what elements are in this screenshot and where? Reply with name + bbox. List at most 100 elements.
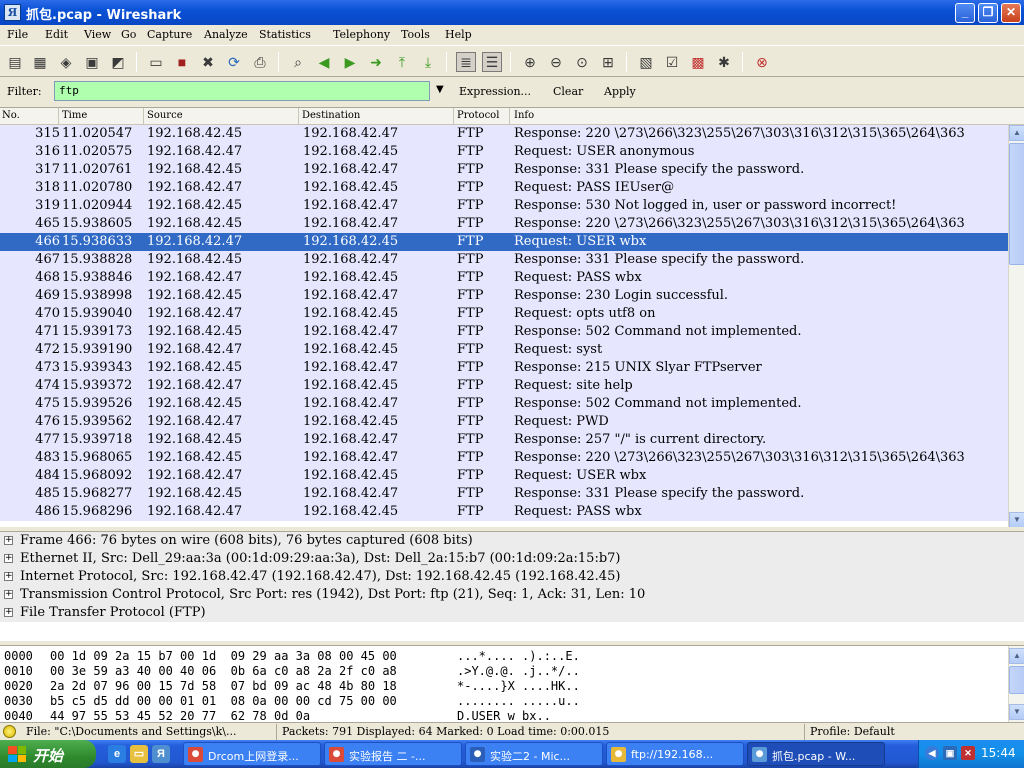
column-divider[interactable] bbox=[298, 108, 299, 125]
packet-list-scrollbar[interactable]: ▲ ▼ bbox=[1008, 125, 1024, 527]
detail-frame[interactable]: + Frame 466: 76 bytes on wire (608 bits),… bbox=[0, 532, 1024, 550]
coloring-rules-icon[interactable]: ▩ bbox=[688, 52, 708, 72]
menu-file[interactable]: File bbox=[7, 28, 28, 41]
expand-icon[interactable]: + bbox=[4, 572, 13, 581]
filter-dropdown-icon[interactable]: ▼ bbox=[436, 84, 444, 95]
column-protocol[interactable]: Protocol bbox=[457, 110, 499, 121]
packet-row[interactable]: 474 15.939372 192.168.42.47 192.168.42.45 FT… bbox=[0, 377, 1008, 395]
clear-button[interactable]: Clear bbox=[553, 85, 583, 98]
maximize-button[interactable]: ❐ bbox=[978, 3, 998, 23]
bytes-scrollbar[interactable]: ▲ ▼ bbox=[1008, 646, 1024, 722]
expand-icon[interactable]: + bbox=[4, 590, 13, 599]
resize-columns-icon[interactable]: ⊞ bbox=[598, 52, 618, 72]
scroll-down-icon[interactable]: ▼ bbox=[1009, 704, 1024, 720]
scroll-down-icon[interactable]: ▼ bbox=[1009, 512, 1024, 527]
close-button[interactable]: ✕ bbox=[1001, 3, 1021, 23]
reload-icon[interactable]: ⟳ bbox=[224, 52, 244, 72]
packet-row[interactable]: 318 11.020780 192.168.42.47 192.168.42.45 FT… bbox=[0, 179, 1008, 197]
start-capture-icon[interactable]: ◈ bbox=[56, 52, 76, 72]
packet-row[interactable]: 472 15.939190 192.168.42.47 192.168.42.45 FT… bbox=[0, 341, 1008, 359]
packet-row[interactable]: 467 15.938828 192.168.42.45 192.168.42.47 FT… bbox=[0, 251, 1008, 269]
go-to-packet-icon[interactable]: ➜ bbox=[366, 52, 386, 72]
open-file-icon[interactable]: ▭ bbox=[146, 52, 166, 72]
capture-filters-icon[interactable]: ▧ bbox=[636, 52, 656, 72]
taskbar-item[interactable]: ● 实验报告 二 -... bbox=[324, 742, 462, 766]
packet-list[interactable]: No. Time Source Destination Protocol Inf… bbox=[0, 107, 1024, 527]
scroll-thumb[interactable] bbox=[1009, 666, 1024, 694]
packet-row[interactable]: 483 15.968065 192.168.42.45 192.168.42.47 FT… bbox=[0, 449, 1008, 467]
restart-capture-icon[interactable]: ◩ bbox=[108, 52, 128, 72]
network-icon[interactable]: ▣ bbox=[943, 746, 957, 760]
column-divider[interactable] bbox=[58, 108, 59, 125]
packet-row[interactable]: 475 15.939526 192.168.42.45 192.168.42.47 FT… bbox=[0, 395, 1008, 413]
packet-row[interactable]: 466 15.938633 192.168.42.47 192.168.42.45 FT… bbox=[0, 233, 1008, 251]
packet-details[interactable]: + Frame 466: 76 bytes on wire (608 bits),… bbox=[0, 531, 1024, 641]
taskbar-item[interactable]: ● ftp://192.168... bbox=[606, 742, 744, 766]
save-file-icon[interactable]: ■ bbox=[172, 52, 192, 72]
zoom-in-icon[interactable]: ⊕ bbox=[520, 52, 540, 72]
zoom-out-icon[interactable]: ⊖ bbox=[546, 52, 566, 72]
packet-row[interactable]: 469 15.938998 192.168.42.45 192.168.42.47 FT… bbox=[0, 287, 1008, 305]
expand-icon[interactable]: + bbox=[4, 554, 13, 563]
wireshark-quicklaunch-icon[interactable]: Я bbox=[152, 745, 170, 763]
packet-row[interactable]: 316 11.020575 192.168.42.47 192.168.42.45 FT… bbox=[0, 143, 1008, 161]
detail-ip[interactable]: + Internet Protocol, Src: 192.168.42.47 (… bbox=[0, 568, 1024, 586]
go-last-icon[interactable]: ⤓ bbox=[418, 52, 438, 72]
column-source[interactable]: Source bbox=[147, 110, 183, 121]
packet-row[interactable]: 468 15.938846 192.168.42.47 192.168.42.45 FT… bbox=[0, 269, 1008, 287]
taskbar-item[interactable]: ● 实验二2 - Mic... bbox=[465, 742, 603, 766]
menu-edit[interactable]: Edit bbox=[45, 28, 68, 41]
packet-row[interactable]: 465 15.938605 192.168.42.45 192.168.42.47 FT… bbox=[0, 215, 1008, 233]
help-icon[interactable]: ⊗ bbox=[752, 52, 772, 72]
scroll-up-icon[interactable]: ▲ bbox=[1009, 125, 1024, 141]
menu-go[interactable]: Go bbox=[121, 28, 136, 41]
preferences-icon[interactable]: ✱ bbox=[714, 52, 734, 72]
taskbar-item[interactable]: ● Drcom上网登录... bbox=[183, 742, 321, 766]
packet-row[interactable]: 477 15.939718 192.168.42.45 192.168.42.47 FT… bbox=[0, 431, 1008, 449]
packet-row[interactable]: 486 15.968296 192.168.42.47 192.168.42.45 FT… bbox=[0, 503, 1008, 521]
packet-row[interactable]: 473 15.939343 192.168.42.45 192.168.42.47 FT… bbox=[0, 359, 1008, 377]
menu-help[interactable]: Help bbox=[445, 28, 472, 41]
start-button[interactable]: 开始 bbox=[0, 740, 96, 768]
detail-tcp[interactable]: + Transmission Control Protocol, Src Port… bbox=[0, 586, 1024, 604]
packet-row[interactable]: 476 15.939562 192.168.42.47 192.168.42.45 FT… bbox=[0, 413, 1008, 431]
packet-bytes[interactable]: 0000 00 1d 09 2a 15 b7 00 1d 09 29 aa 3a … bbox=[0, 645, 1024, 722]
packet-row[interactable]: 315 11.020547 192.168.42.45 192.168.42.47 FT… bbox=[0, 125, 1008, 143]
column-no[interactable]: No. bbox=[2, 110, 20, 121]
menu-telephony[interactable]: Telephony bbox=[333, 28, 390, 41]
expand-icon[interactable]: + bbox=[4, 536, 13, 545]
capture-options-icon[interactable]: ▦ bbox=[30, 52, 50, 72]
packet-row[interactable]: 319 11.020944 192.168.42.45 192.168.42.47 FT… bbox=[0, 197, 1008, 215]
expert-info-icon[interactable] bbox=[3, 725, 16, 738]
column-divider[interactable] bbox=[453, 108, 454, 125]
packet-row[interactable]: 485 15.968277 192.168.42.45 192.168.42.47 FT… bbox=[0, 485, 1008, 503]
detail-ethernet[interactable]: + Ethernet II, Src: Dell_29:aa:3a (00:1d:… bbox=[0, 550, 1024, 568]
column-destination[interactable]: Destination bbox=[302, 110, 360, 121]
colorize-icon[interactable]: ≣ bbox=[456, 52, 476, 72]
auto-scroll-icon[interactable]: ☰ bbox=[482, 52, 502, 72]
minimize-button[interactable]: _ bbox=[955, 3, 975, 23]
expand-icon[interactable]: + bbox=[4, 608, 13, 617]
menu-tools[interactable]: Tools bbox=[401, 28, 430, 41]
detail-ftp[interactable]: + File Transfer Protocol (FTP) bbox=[0, 604, 1024, 622]
security-icon[interactable]: ✕ bbox=[961, 746, 975, 760]
status-profile[interactable]: Profile: Default bbox=[810, 725, 895, 738]
packet-row[interactable]: 470 15.939040 192.168.42.47 192.168.42.45 FT… bbox=[0, 305, 1008, 323]
column-divider[interactable] bbox=[509, 108, 510, 125]
close-file-icon[interactable]: ✖ bbox=[198, 52, 218, 72]
tray-arrow-icon[interactable]: ◀ bbox=[925, 746, 939, 760]
menu-analyze[interactable]: Analyze bbox=[204, 28, 248, 41]
expression-button[interactable]: Expression... bbox=[459, 85, 531, 98]
find-packet-icon[interactable]: ⌕ bbox=[288, 52, 308, 72]
filter-input[interactable]: ftp bbox=[54, 81, 430, 101]
go-forward-icon[interactable]: ▶ bbox=[340, 52, 360, 72]
packet-row[interactable]: 471 15.939173 192.168.42.45 192.168.42.47 FT… bbox=[0, 323, 1008, 341]
packet-row[interactable]: 484 15.968092 192.168.42.47 192.168.42.45 FT… bbox=[0, 467, 1008, 485]
title-bar[interactable]: Я 抓包.pcap - Wireshark _ ❐ ✕ bbox=[0, 0, 1024, 25]
go-first-icon[interactable]: ⤒ bbox=[392, 52, 412, 72]
display-filters-icon[interactable]: ☑ bbox=[662, 52, 682, 72]
menu-view[interactable]: View bbox=[84, 28, 111, 41]
print-icon[interactable]: ⎙ bbox=[250, 52, 270, 72]
go-back-icon[interactable]: ◀ bbox=[314, 52, 334, 72]
stop-capture-icon[interactable]: ▣ bbox=[82, 52, 102, 72]
